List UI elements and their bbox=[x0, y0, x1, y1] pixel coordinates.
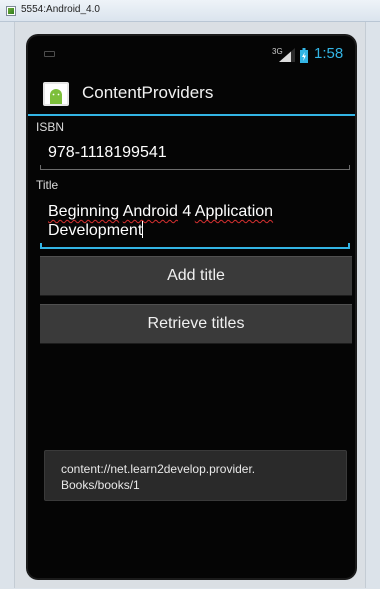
isbn-input-underline bbox=[40, 165, 350, 170]
title-input-underline bbox=[40, 243, 350, 249]
action-bar: ContentProviders bbox=[28, 72, 355, 114]
text-cursor bbox=[142, 221, 144, 238]
toast-line: content://net.learn2develop.provider. bbox=[61, 462, 256, 476]
notification-icon bbox=[44, 51, 55, 57]
status-clock: 1:58 bbox=[314, 45, 344, 62]
toast-line: Books/books/1 bbox=[61, 478, 140, 492]
isbn-input[interactable]: 978-1118199541 bbox=[40, 140, 350, 170]
add-title-button[interactable]: Add title bbox=[40, 256, 352, 296]
title-text: 4 bbox=[177, 203, 195, 220]
title-word: Beginning bbox=[48, 203, 120, 220]
status-bar: 3G 1:58 bbox=[28, 36, 355, 72]
emulator-window-titlebar: 5554:Android_4.0 bbox=[0, 0, 380, 22]
title-input[interactable]: Beginning Android 4 Application Developm… bbox=[40, 200, 350, 248]
action-bar-divider bbox=[28, 114, 355, 116]
title-text: Development bbox=[48, 222, 143, 239]
android-app-icon[interactable] bbox=[42, 80, 70, 108]
signal-icon bbox=[279, 48, 295, 62]
toast-message: content://net.learn2develop.provider. Bo… bbox=[44, 450, 347, 501]
title-word: Android bbox=[122, 203, 178, 220]
retrieve-titles-button[interactable]: Retrieve titles bbox=[40, 304, 352, 344]
isbn-label: ISBN bbox=[36, 120, 65, 134]
device-screen: 3G 1:58 ContentProviders ISBN 978-111819… bbox=[28, 36, 355, 578]
emulator-window-title: 5554:Android_4.0 bbox=[21, 4, 100, 15]
title-label: Title bbox=[36, 178, 59, 192]
battery-charging-icon bbox=[300, 48, 308, 63]
title-word: Application bbox=[194, 203, 274, 220]
emulator-window-icon bbox=[6, 6, 16, 16]
app-title: ContentProviders bbox=[82, 83, 214, 102]
